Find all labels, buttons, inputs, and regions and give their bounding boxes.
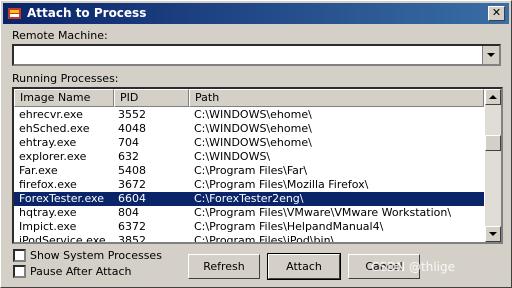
cell-path: C:\WINDOWS\ehome\ <box>194 136 312 149</box>
pause-after-attach-checkbox[interactable] <box>13 265 26 278</box>
title-bar: Attach to Process ✕ <box>3 3 509 24</box>
cell-image-name: firefox.exe <box>19 178 77 191</box>
cell-image-name: iPodService.exe <box>19 234 106 244</box>
chevron-down-icon <box>489 232 497 236</box>
cell-image-name: ehrecvr.exe <box>19 108 83 121</box>
running-processes-label: Running Processes: <box>12 72 119 85</box>
cell-image-name: hqtray.exe <box>19 206 77 219</box>
cell-path: C:\Program Files\VMware\VMware Workstati… <box>194 206 452 219</box>
show-system-processes-checkbox[interactable] <box>13 249 26 262</box>
table-row[interactable]: firefox.exe 3672 C:\Program Files\Mozilla … <box>14 178 484 192</box>
cell-pid: 4048 <box>118 122 146 135</box>
scroll-thumb[interactable] <box>485 135 501 151</box>
column-path[interactable]: Path <box>189 89 484 107</box>
table-row[interactable]: iPodService.exe 3852 C:\Program Files\iPod… <box>14 234 484 244</box>
cell-pid: 5408 <box>118 164 146 177</box>
window-title: Attach to Process <box>27 6 147 20</box>
process-list[interactable]: Image Name PID Path ehrecvr.exe 3552 C:\WI… <box>12 87 503 244</box>
chevron-down-icon <box>487 53 495 57</box>
cell-pid: 3552 <box>118 108 146 121</box>
cell-path: C:\ForexTester2eng\ <box>194 192 304 205</box>
cell-path: C:\Program Files\HelpandManual4\ <box>194 220 384 233</box>
cell-pid: 6372 <box>118 220 146 233</box>
table-row[interactable]: hqtray.exe 804 C:\Program Files\VMware\VMw… <box>14 206 484 220</box>
cell-pid: 804 <box>118 206 139 219</box>
cell-pid: 3852 <box>118 234 146 244</box>
table-row[interactable]: ehtray.exe 704 C:\WINDOWS\ehome\ <box>14 136 484 150</box>
table-row[interactable]: ehrecvr.exe 3552 C:\WINDOWS\ehome\ <box>14 108 484 122</box>
cell-image-name: ehSched.exe <box>19 122 90 135</box>
cell-pid: 6604 <box>118 192 146 205</box>
cell-path: C:\WINDOWS\ <box>194 150 271 163</box>
scroll-down-button[interactable] <box>485 226 501 242</box>
chevron-up-icon <box>489 95 497 99</box>
cell-image-name: Far.exe <box>19 164 58 177</box>
cell-path: C:\Program Files\Far\ <box>194 164 308 177</box>
table-row[interactable]: Impict.exe 6372 C:\Program Files\HelpandMa… <box>14 220 484 234</box>
combo-dropdown-button[interactable] <box>482 46 499 64</box>
close-button[interactable]: ✕ <box>488 6 505 21</box>
show-system-processes-label: Show System Processes <box>30 249 162 262</box>
cell-path: C:\WINDOWS\ehome\ <box>194 108 312 121</box>
cell-image-name: explorer.exe <box>19 150 87 163</box>
remote-machine-label: Remote Machine: <box>12 29 108 42</box>
cell-image-name: Impict.exe <box>19 220 77 233</box>
attach-button[interactable]: Attach <box>267 253 341 280</box>
table-row[interactable]: ehSched.exe 4048 C:\WINDOWS\ehome\ <box>14 122 484 136</box>
cell-path: C:\Program Files\Mozilla Firefox\ <box>194 178 369 191</box>
cell-path: C:\Program Files\iPod\bin\ <box>194 234 335 244</box>
refresh-button[interactable]: Refresh <box>188 254 260 279</box>
cell-image-name: ehtray.exe <box>19 136 77 149</box>
process-list-header: Image Name PID Path <box>14 89 484 107</box>
cell-pid: 632 <box>118 150 139 163</box>
process-list-scrollbar[interactable] <box>485 89 501 242</box>
scroll-up-button[interactable] <box>485 89 501 105</box>
attach-dialog: Attach to Process ✕ Remote Machine: Runn… <box>0 0 512 288</box>
app-icon <box>8 8 21 19</box>
cell-pid: 3672 <box>118 178 146 191</box>
remote-machine-combo[interactable] <box>12 44 501 66</box>
pause-after-attach-label: Pause After Attach <box>30 265 132 278</box>
column-image-name[interactable]: Image Name <box>14 89 114 107</box>
table-row[interactable]: Far.exe 5408 C:\Program Files\Far\ <box>14 164 484 178</box>
table-row[interactable]: ForexTester.exe 6604 C:\ForexTester2eng\ <box>14 191 485 207</box>
cell-path: C:\WINDOWS\ehome\ <box>194 122 312 135</box>
watermark: CSDN @thlige <box>371 260 456 274</box>
table-row[interactable]: explorer.exe 632 C:\WINDOWS\ <box>14 150 484 164</box>
cell-image-name: ForexTester.exe <box>19 192 104 205</box>
column-pid[interactable]: PID <box>114 89 189 107</box>
cell-pid: 704 <box>118 136 139 149</box>
